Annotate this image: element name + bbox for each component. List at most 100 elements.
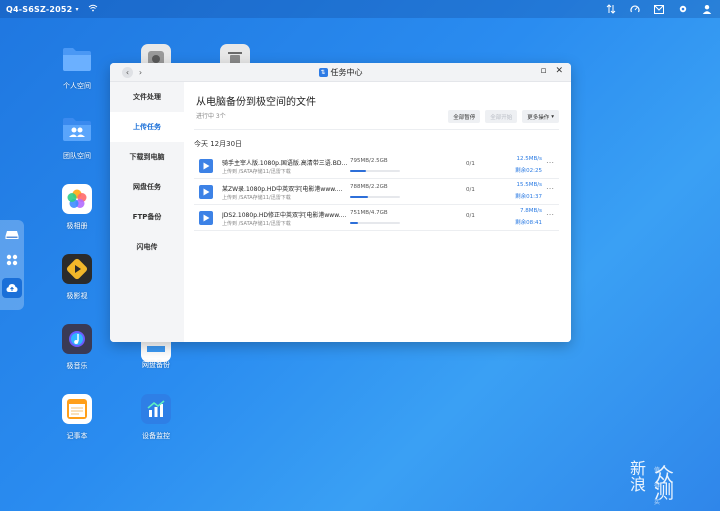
task-speed: 7.8MB/s bbox=[520, 208, 542, 214]
task-count: 0/1 bbox=[466, 161, 475, 167]
task-speed: 12.5MB/s bbox=[516, 156, 542, 162]
play-icon[interactable] bbox=[199, 159, 213, 173]
sidebar-item-label: FTP备份 bbox=[132, 213, 162, 221]
progress-bar bbox=[350, 196, 400, 198]
task-center-window: ‹ › ⇅ 任务中心 ▫ ✕ 文件处理 上传任务 下载到电脑 网盘任务 FTP备… bbox=[110, 63, 571, 342]
sidebar-item-download-to-pc[interactable]: 下载到电脑 bbox=[110, 142, 184, 172]
task-count: 0/1 bbox=[466, 213, 475, 219]
sidebar-item-label: 闪电传 bbox=[136, 243, 158, 251]
task-center-icon: ⇅ bbox=[318, 68, 328, 77]
desktop-icon-label: 极相册 bbox=[66, 222, 88, 230]
table-row[interactable]: 某ZW录.1080p.HD中英双字[电影港www.… 上传到 /SATA存储11/… bbox=[194, 181, 559, 205]
settings-icon[interactable] bbox=[677, 4, 688, 15]
desktop-icon-label: 网盘备份 bbox=[142, 361, 170, 369]
desktop-icon-label: 极音乐 bbox=[66, 362, 88, 370]
task-path: 上传到 /SATA存储11/迅雷下载 bbox=[222, 221, 291, 227]
page-title: 从电脑备份到极空间的文件 bbox=[196, 97, 316, 108]
progress-bar bbox=[350, 170, 400, 172]
task-main-panel: 从电脑备份到极空间的文件 进行中 3个 全部暂停 全部开始 更多操作 ▾ 今天 1… bbox=[184, 82, 571, 342]
video-icon bbox=[62, 254, 92, 284]
more-options-icon[interactable]: ⋯ bbox=[546, 158, 554, 167]
sidebar-item-upload-tasks[interactable]: 上传任务 bbox=[110, 112, 184, 142]
cloud-upload-icon[interactable] bbox=[2, 278, 22, 298]
window-controls: ▫ ✕ bbox=[540, 66, 563, 76]
desktop-icon-team-space[interactable]: 团队空间 bbox=[47, 114, 107, 161]
team-folder-icon bbox=[62, 114, 92, 144]
user-icon[interactable] bbox=[701, 4, 712, 15]
sidebar-item-label: 网盘任务 bbox=[133, 183, 161, 191]
task-size: 788MB/2.2GB bbox=[350, 184, 388, 190]
transfer-icon[interactable] bbox=[605, 4, 616, 15]
sidebar-item-file-processing[interactable]: 文件处理 bbox=[110, 82, 184, 112]
apps-grid-icon[interactable] bbox=[5, 253, 19, 267]
desktop-icon-photos[interactable]: 极相册 bbox=[47, 184, 107, 231]
desktop-icon-device-monitor[interactable]: 设备监控 bbox=[126, 394, 186, 441]
dashboard-icon[interactable] bbox=[629, 4, 640, 15]
task-speed: 15.5MB/s bbox=[516, 182, 542, 188]
notepad-icon bbox=[62, 394, 92, 424]
progress-fill bbox=[350, 170, 366, 172]
task-name: JDS2.1080p.HD修正中英双字[电影港www.… bbox=[222, 212, 347, 219]
start-all-button[interactable]: 全部开始 bbox=[485, 110, 518, 123]
task-size: 751MB/4.7GB bbox=[350, 210, 388, 216]
more-actions-button[interactable]: 更多操作 ▾ bbox=[522, 110, 559, 123]
message-icon[interactable] bbox=[653, 4, 664, 15]
in-progress-count: 进行中 3个 bbox=[196, 113, 226, 120]
window-title-text: 任务中心 bbox=[330, 68, 363, 77]
desktop-icon-music[interactable]: 极音乐 bbox=[47, 324, 107, 371]
maximize-icon[interactable]: ▫ bbox=[540, 66, 546, 76]
task-path: 上传到 /SATA存储11/迅雷下载 bbox=[222, 195, 291, 201]
desktop-icon-notes[interactable]: 记事本 bbox=[47, 394, 107, 441]
sidebar-item-flash-transfer[interactable]: 闪电传 bbox=[110, 232, 184, 262]
sidebar-item-label: 上传任务 bbox=[133, 123, 161, 131]
action-buttons: 全部暂停 全部开始 更多操作 ▾ bbox=[448, 110, 559, 123]
desktop-icon-label: 团队空间 bbox=[63, 152, 91, 160]
task-name: 某ZW录.1080p.HD中英双字[电影港www.… bbox=[222, 186, 343, 193]
top-bar: Q4-S6SZ-2052 ▾ bbox=[0, 0, 720, 18]
desktop-icon-video[interactable]: 极影视 bbox=[47, 254, 107, 301]
desktop-icon-label: 个人空间 bbox=[63, 82, 91, 90]
watermark: 新 浪 值得买 众测 bbox=[630, 461, 674, 507]
progress-fill bbox=[350, 196, 368, 198]
watermark-big: 众测 bbox=[654, 463, 674, 503]
chevron-down-icon: ▾ bbox=[551, 113, 554, 120]
task-remaining: 剩余01:37 bbox=[515, 194, 542, 200]
sidebar-item-cloud-tasks[interactable]: 网盘任务 bbox=[110, 172, 184, 202]
sidebar-item-label: 文件处理 bbox=[133, 93, 161, 101]
device-name[interactable]: Q4-S6SZ-2052 bbox=[6, 5, 72, 14]
desktop-icon-label: 设备监控 bbox=[142, 432, 170, 440]
chevron-down-icon[interactable]: ▾ bbox=[75, 6, 78, 13]
desktop-icon-personal-space[interactable]: 个人空间 bbox=[47, 44, 107, 91]
sidebar-item-ftp-backup[interactable]: FTP备份 bbox=[110, 202, 184, 232]
pause-all-button[interactable]: 全部暂停 bbox=[448, 110, 481, 123]
task-sidebar: 文件处理 上传任务 下载到电脑 网盘任务 FTP备份 闪电传 bbox=[110, 82, 184, 342]
desktop-icon-label: 记事本 bbox=[66, 432, 88, 440]
window-title: ⇅ 任务中心 bbox=[110, 63, 571, 82]
progress-fill bbox=[350, 222, 358, 224]
desktop-icon-label: 极影视 bbox=[66, 292, 88, 300]
play-icon[interactable] bbox=[199, 211, 213, 225]
folder-icon bbox=[62, 44, 92, 74]
progress-bar bbox=[350, 222, 400, 224]
table-row[interactable]: JDS2.1080p.HD修正中英双字[电影港www.… 上传到 /SATA存储1… bbox=[194, 207, 559, 231]
photos-icon bbox=[62, 184, 92, 214]
storage-icon[interactable] bbox=[5, 228, 19, 242]
task-path: 上传到 /SATA存储11/迅雷下载 bbox=[222, 169, 291, 175]
sidebar-item-label: 下载到电脑 bbox=[129, 153, 165, 161]
more-options-icon[interactable]: ⋯ bbox=[546, 184, 554, 193]
table-row[interactable]: 骑手主宰人版.1080p.国语版.高清带三语.BD… 上传到 /SATA存储11/… bbox=[194, 155, 559, 179]
task-remaining: 剩余02:25 bbox=[515, 168, 542, 174]
task-name: 骑手主宰人版.1080p.国语版.高清带三语.BD… bbox=[222, 160, 347, 167]
task-size: 795MB/2.5GB bbox=[350, 158, 388, 164]
play-icon[interactable] bbox=[199, 185, 213, 199]
music-icon bbox=[62, 324, 92, 354]
watermark-char: 浪 bbox=[630, 475, 647, 494]
close-icon[interactable]: ✕ bbox=[555, 66, 563, 76]
left-dock bbox=[0, 220, 24, 310]
monitor-chart-icon bbox=[141, 394, 171, 424]
more-options-icon[interactable]: ⋯ bbox=[546, 210, 554, 219]
task-remaining: 剩余08:41 bbox=[515, 220, 542, 226]
wifi-icon bbox=[88, 4, 98, 15]
divider bbox=[194, 129, 559, 130]
more-actions-label: 更多操作 bbox=[527, 114, 550, 121]
